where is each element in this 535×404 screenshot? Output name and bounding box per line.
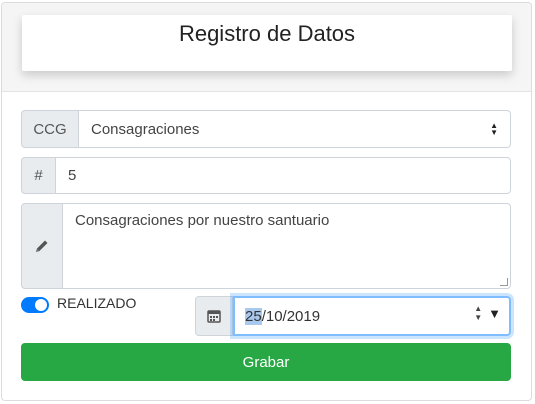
calendar-icon [207,309,221,323]
date-dropdown-icon[interactable]: ▼ [488,306,501,321]
page-title: Registro de Datos [178,21,356,46]
date-input[interactable]: 25/10/2019 ▲ ▼ ▼ [233,296,511,336]
description-text: Consagraciones por nuestro santuario [75,212,330,229]
pencil-addon [21,203,63,289]
calendar-addon [195,296,233,336]
number-addon: # [21,157,56,194]
select-arrows-icon: ▲ ▼ [490,121,498,137]
card-header: Registro de Datos [2,3,531,92]
number-input[interactable]: 5 [56,157,511,194]
description-row: Consagraciones por nuestro santuario [21,203,511,289]
status-toggle[interactable]: REALIZADO [21,295,137,313]
description-textarea[interactable]: Consagraciones por nuestro santuario [63,203,511,289]
title-box: Registro de Datos [22,15,512,71]
category-selected-value: Consagraciones [91,120,200,138]
toggle-switch[interactable] [21,297,49,313]
save-button[interactable]: Grabar [21,343,511,381]
pencil-icon [34,238,50,254]
number-row: # 5 [21,157,511,194]
date-controls: ▲ ▼ ▼ [474,304,501,322]
date-day-segment[interactable]: 25 [245,307,262,325]
resize-handle-icon[interactable] [500,278,508,286]
form-card: Registro de Datos [1,2,532,401]
date-row: 25/10/2019 ▲ ▼ ▼ [195,296,511,336]
category-addon: CCG [21,110,79,148]
date-month-year[interactable]: /10/2019 [262,308,320,325]
category-row: CCG Consagraciones ▲ ▼ [21,110,511,148]
date-spinner-icon[interactable]: ▲ ▼ [474,304,482,322]
category-select[interactable]: Consagraciones ▲ ▼ [79,110,511,148]
status-label: REALIZADO [57,295,137,311]
